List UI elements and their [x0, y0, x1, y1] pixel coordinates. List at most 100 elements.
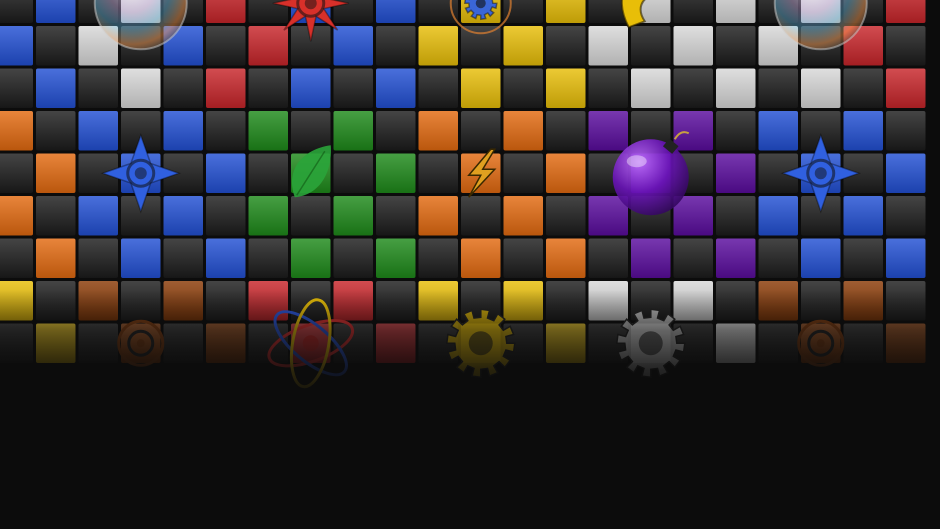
board-cell[interactable]	[461, 111, 501, 151]
board-cell[interactable]	[121, 68, 161, 109]
board-cell[interactable]	[546, 281, 586, 321]
board-cell[interactable]	[376, 0, 416, 23]
board-cell[interactable]	[78, 323, 119, 364]
board-cell[interactable]	[206, 111, 246, 151]
board-cell[interactable]	[673, 26, 714, 66]
board-cell[interactable]	[631, 26, 671, 66]
board-cell[interactable]	[843, 68, 884, 109]
board-cell[interactable]	[376, 196, 416, 236]
board-cell[interactable]	[843, 281, 884, 321]
board-cell[interactable]	[461, 68, 501, 109]
board-cell[interactable]	[206, 323, 246, 364]
board-cell[interactable]	[291, 111, 331, 151]
board-cell[interactable]	[36, 196, 76, 236]
board-cell[interactable]	[843, 111, 884, 151]
board-cell[interactable]	[716, 153, 756, 194]
board-cell[interactable]	[206, 0, 246, 23]
yellow-cog-icon[interactable]	[445, 308, 516, 379]
board-cell[interactable]	[376, 238, 416, 279]
board-cell[interactable]	[503, 68, 544, 109]
board-cell[interactable]	[673, 0, 714, 23]
board-cell[interactable]	[206, 238, 246, 279]
board-cell[interactable]	[333, 153, 374, 194]
board-cell[interactable]	[376, 323, 416, 364]
board-cell[interactable]	[546, 68, 586, 109]
board-cell[interactable]	[546, 196, 586, 236]
board-cell[interactable]	[843, 238, 884, 279]
board-cell[interactable]	[716, 0, 756, 23]
board-cell[interactable]	[716, 68, 756, 109]
board-cell[interactable]	[78, 281, 119, 321]
board-cell[interactable]	[36, 238, 76, 279]
board-cell[interactable]	[291, 68, 331, 109]
board-cell[interactable]	[418, 111, 459, 151]
board-cell[interactable]	[0, 0, 33, 23]
board-cell[interactable]	[291, 196, 331, 236]
board-cell[interactable]	[886, 111, 926, 151]
board-cell[interactable]	[716, 196, 756, 236]
board-cell[interactable]	[248, 238, 289, 279]
board-cell[interactable]	[333, 26, 374, 66]
board-cell[interactable]	[418, 68, 459, 109]
board-cell[interactable]	[78, 68, 119, 109]
board-cell[interactable]	[673, 68, 714, 109]
board-cell[interactable]	[376, 26, 416, 66]
board-cell[interactable]	[886, 323, 926, 364]
board-cell[interactable]	[36, 111, 76, 151]
board-cell[interactable]	[376, 153, 416, 194]
board-cell[interactable]	[716, 26, 756, 66]
board-cell[interactable]	[418, 238, 459, 279]
board-cell[interactable]	[716, 323, 756, 364]
board-cell[interactable]	[0, 26, 33, 66]
board-cell[interactable]	[36, 153, 76, 194]
board-cell[interactable]	[886, 153, 926, 194]
board-cell[interactable]	[546, 111, 586, 151]
board-cell[interactable]	[291, 238, 331, 279]
board-cell[interactable]	[546, 0, 586, 23]
board-cell[interactable]	[801, 238, 841, 279]
board-cell[interactable]	[163, 68, 204, 109]
board-cell[interactable]	[248, 68, 289, 109]
board-cell[interactable]	[673, 281, 714, 321]
board-cell[interactable]	[801, 68, 841, 109]
board-cell[interactable]	[36, 323, 76, 364]
board-cell[interactable]	[418, 26, 459, 66]
board-cell[interactable]	[801, 281, 841, 321]
board-cell[interactable]	[0, 196, 33, 236]
board-cell[interactable]	[546, 26, 586, 66]
board-cell[interactable]	[546, 153, 586, 194]
board-cell[interactable]	[886, 196, 926, 236]
board-cell[interactable]	[758, 196, 799, 236]
board-cell[interactable]	[418, 196, 459, 236]
board-cell[interactable]	[376, 281, 416, 321]
board-cell[interactable]	[0, 238, 33, 279]
game-board[interactable]	[0, 0, 940, 529]
board-cell[interactable]	[163, 238, 204, 279]
board-cell[interactable]	[716, 281, 756, 321]
board-cell[interactable]	[78, 111, 119, 151]
board-cell[interactable]	[78, 238, 119, 279]
board-cell[interactable]	[333, 68, 374, 109]
board-cell[interactable]	[886, 281, 926, 321]
board-cell[interactable]	[0, 111, 33, 151]
board-cell[interactable]	[0, 281, 33, 321]
board-cell[interactable]	[36, 68, 76, 109]
board-cell[interactable]	[503, 238, 544, 279]
board-cell[interactable]	[36, 26, 76, 66]
board-cell[interactable]	[886, 68, 926, 109]
board-cell[interactable]	[121, 281, 161, 321]
board-cell[interactable]	[843, 323, 884, 364]
board-cell[interactable]	[418, 281, 459, 321]
board-cell[interactable]	[78, 196, 119, 236]
board-cell[interactable]	[163, 196, 204, 236]
board-cell[interactable]	[0, 323, 33, 364]
board-cell[interactable]	[503, 281, 544, 321]
board-cell[interactable]	[716, 111, 756, 151]
board-cell[interactable]	[248, 281, 289, 321]
board-cell[interactable]	[588, 111, 629, 151]
board-cell[interactable]	[673, 111, 714, 151]
board-cell[interactable]	[333, 111, 374, 151]
board-cell[interactable]	[546, 323, 586, 364]
board-cell[interactable]	[248, 26, 289, 66]
board-cell[interactable]	[503, 111, 544, 151]
